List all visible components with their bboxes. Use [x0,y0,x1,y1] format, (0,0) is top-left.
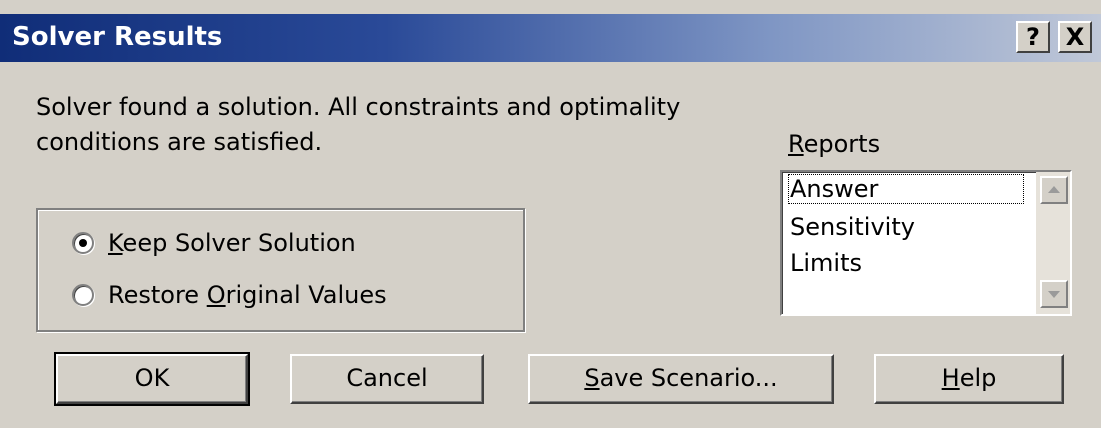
result-message-line-1: Solver found a solution. All constraints… [36,93,681,121]
result-message-line-2: conditions are satisfied. [36,128,323,156]
keep-solver-solution-label: Keep Solver Solution [108,229,356,257]
report-item-sensitivity[interactable]: Sensitivity [788,212,917,242]
close-title-button[interactable]: X [1058,21,1092,53]
scroll-down-arrow-icon[interactable] [1040,280,1068,308]
solver-results-dialog: Solver Results ? X Solver found a soluti… [0,0,1101,428]
help-title-button[interactable]: ? [1016,21,1050,53]
keep-solver-solution-option[interactable]: Keep Solver Solution [72,229,356,257]
solution-options-group: Keep Solver Solution Restore Original Va… [36,208,525,332]
ok-button[interactable]: OK [54,352,250,406]
restore-original-values-label: Restore Original Values [108,281,387,309]
reports-label: Reports [788,130,881,158]
report-item-limits[interactable]: Limits [788,248,864,278]
restore-original-values-option[interactable]: Restore Original Values [72,281,387,309]
reports-listbox[interactable]: Answer Sensitivity Limits [780,170,1072,316]
save-scenario-button[interactable]: Save Scenario... [528,354,834,404]
title-bar: Solver Results ? X [0,14,1101,62]
window-title: Solver Results [12,22,223,52]
restore-original-values-radio[interactable] [72,284,94,306]
reports-scrollbar[interactable] [1036,172,1070,314]
result-message: Solver found a solution. All constraints… [36,90,680,160]
report-item-answer[interactable]: Answer [788,174,1024,204]
scroll-up-arrow-icon[interactable] [1040,176,1068,204]
help-button[interactable]: Help [874,354,1064,404]
keep-solver-solution-radio[interactable] [72,232,94,254]
cancel-button[interactable]: Cancel [290,354,484,404]
